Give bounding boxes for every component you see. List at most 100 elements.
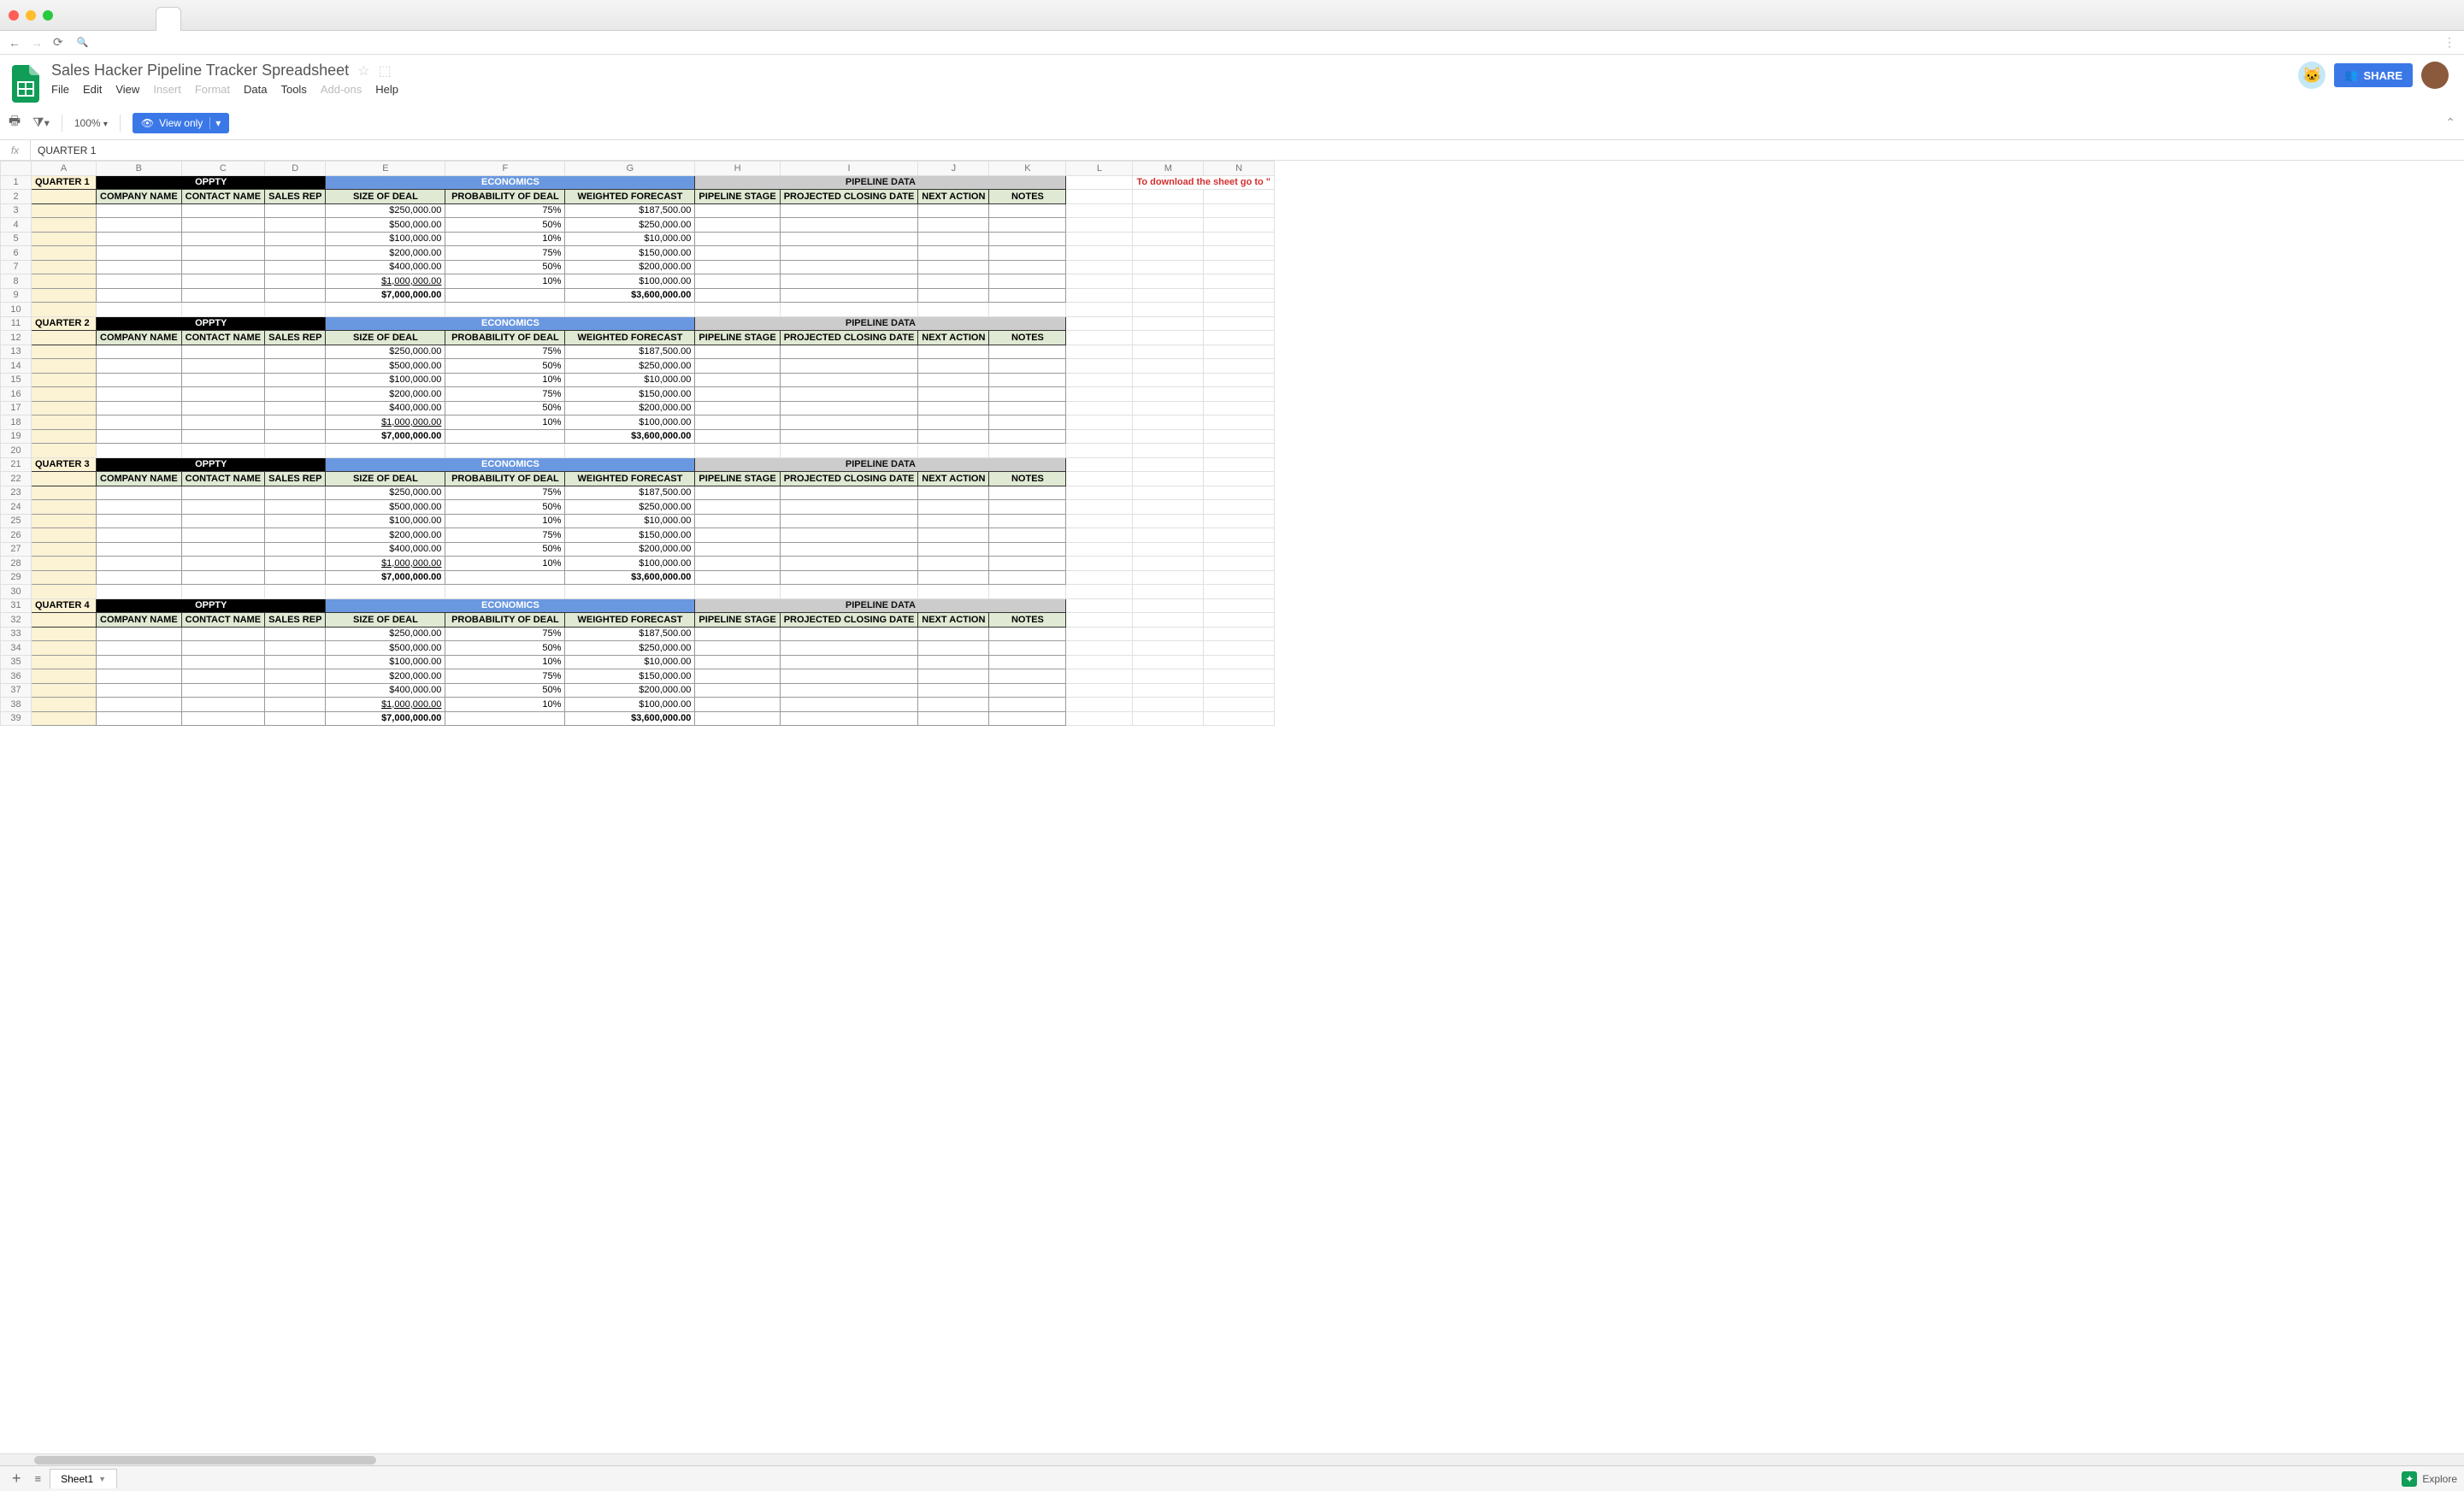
row-header[interactable]: 26: [1, 528, 32, 543]
cell[interactable]: [565, 585, 695, 599]
cell[interactable]: [1066, 711, 1133, 726]
cell[interactable]: $400,000.00: [326, 401, 445, 415]
cell[interactable]: [1204, 415, 1275, 430]
row-header[interactable]: 37: [1, 683, 32, 698]
cell[interactable]: NOTES: [989, 472, 1066, 486]
cell[interactable]: [695, 698, 780, 712]
cell[interactable]: [695, 415, 780, 430]
cell[interactable]: [97, 641, 182, 656]
row-header[interactable]: 6: [1, 246, 32, 261]
row-header[interactable]: 14: [1, 359, 32, 374]
cell[interactable]: [32, 711, 97, 726]
row-header[interactable]: 36: [1, 669, 32, 684]
cell[interactable]: [1066, 373, 1133, 387]
cell[interactable]: [181, 655, 264, 669]
cell[interactable]: [989, 429, 1066, 444]
menu-help[interactable]: Help: [375, 83, 398, 96]
cell[interactable]: $400,000.00: [326, 260, 445, 274]
cell[interactable]: QUARTER 2: [32, 316, 97, 331]
cell[interactable]: [97, 500, 182, 515]
cell[interactable]: [918, 500, 989, 515]
cell[interactable]: [265, 232, 326, 246]
cell[interactable]: [97, 486, 182, 500]
cell[interactable]: [695, 444, 780, 458]
cell[interactable]: [181, 641, 264, 656]
cell[interactable]: [780, 303, 918, 317]
share-button[interactable]: 👥 SHARE: [2334, 63, 2413, 87]
cell[interactable]: [1204, 613, 1275, 628]
row-header[interactable]: 12: [1, 331, 32, 345]
cell[interactable]: [695, 627, 780, 641]
cell[interactable]: [989, 585, 1066, 599]
cell[interactable]: [695, 345, 780, 359]
cell[interactable]: $100,000.00: [565, 415, 695, 430]
cell[interactable]: [695, 359, 780, 374]
cell[interactable]: $187,500.00: [565, 345, 695, 359]
cell[interactable]: $3,600,000.00: [565, 570, 695, 585]
cell[interactable]: [918, 359, 989, 374]
cell[interactable]: [695, 232, 780, 246]
cell[interactable]: NEXT ACTION: [918, 331, 989, 345]
cell[interactable]: [989, 698, 1066, 712]
cell[interactable]: [918, 415, 989, 430]
cell[interactable]: 50%: [445, 500, 565, 515]
cell[interactable]: 10%: [445, 655, 565, 669]
cell[interactable]: [97, 274, 182, 289]
cell[interactable]: [32, 472, 97, 486]
cell[interactable]: [918, 655, 989, 669]
column-header[interactable]: K: [989, 162, 1066, 176]
cell[interactable]: $10,000.00: [565, 232, 695, 246]
cell[interactable]: $187,500.00: [565, 203, 695, 218]
cell[interactable]: [695, 683, 780, 698]
cell[interactable]: [695, 655, 780, 669]
cell[interactable]: [918, 528, 989, 543]
cell[interactable]: [780, 274, 918, 289]
browser-tab[interactable]: [156, 7, 181, 31]
row-header[interactable]: 18: [1, 415, 32, 430]
cell[interactable]: [265, 401, 326, 415]
cell[interactable]: [1204, 288, 1275, 303]
cell[interactable]: 75%: [445, 486, 565, 500]
cell[interactable]: $1,000,000.00: [326, 557, 445, 571]
cell[interactable]: [780, 486, 918, 500]
cell[interactable]: [32, 415, 97, 430]
cell[interactable]: [695, 401, 780, 415]
cell[interactable]: [97, 303, 182, 317]
cell[interactable]: [989, 218, 1066, 233]
column-header[interactable]: H: [695, 162, 780, 176]
row-header[interactable]: 39: [1, 711, 32, 726]
browser-menu-icon[interactable]: ⋮: [2443, 35, 2455, 50]
cell[interactable]: $250,000.00: [565, 218, 695, 233]
cell[interactable]: [918, 203, 989, 218]
cell[interactable]: [918, 542, 989, 557]
cell[interactable]: [265, 274, 326, 289]
cell[interactable]: [32, 274, 97, 289]
cell[interactable]: [989, 444, 1066, 458]
cell[interactable]: [1204, 359, 1275, 374]
cell[interactable]: [181, 429, 264, 444]
cell[interactable]: [181, 401, 264, 415]
cell[interactable]: [1204, 557, 1275, 571]
cell[interactable]: CONTACT NAME: [181, 472, 264, 486]
cell[interactable]: [265, 528, 326, 543]
cell[interactable]: [181, 669, 264, 684]
cell[interactable]: [1066, 669, 1133, 684]
cell[interactable]: NOTES: [989, 331, 1066, 345]
cell[interactable]: [32, 288, 97, 303]
cell[interactable]: [1133, 203, 1204, 218]
cell[interactable]: QUARTER 3: [32, 457, 97, 472]
cell[interactable]: [989, 232, 1066, 246]
cell[interactable]: 10%: [445, 514, 565, 528]
cell[interactable]: [1204, 218, 1275, 233]
cell[interactable]: [32, 486, 97, 500]
cell[interactable]: [1133, 288, 1204, 303]
cell[interactable]: [695, 429, 780, 444]
cell[interactable]: [1133, 316, 1204, 331]
column-header[interactable]: N: [1204, 162, 1275, 176]
cell[interactable]: [1066, 401, 1133, 415]
row-header[interactable]: 28: [1, 557, 32, 571]
cell[interactable]: [1204, 514, 1275, 528]
cell[interactable]: [97, 570, 182, 585]
cell[interactable]: [695, 288, 780, 303]
cell[interactable]: COMPANY NAME: [97, 472, 182, 486]
